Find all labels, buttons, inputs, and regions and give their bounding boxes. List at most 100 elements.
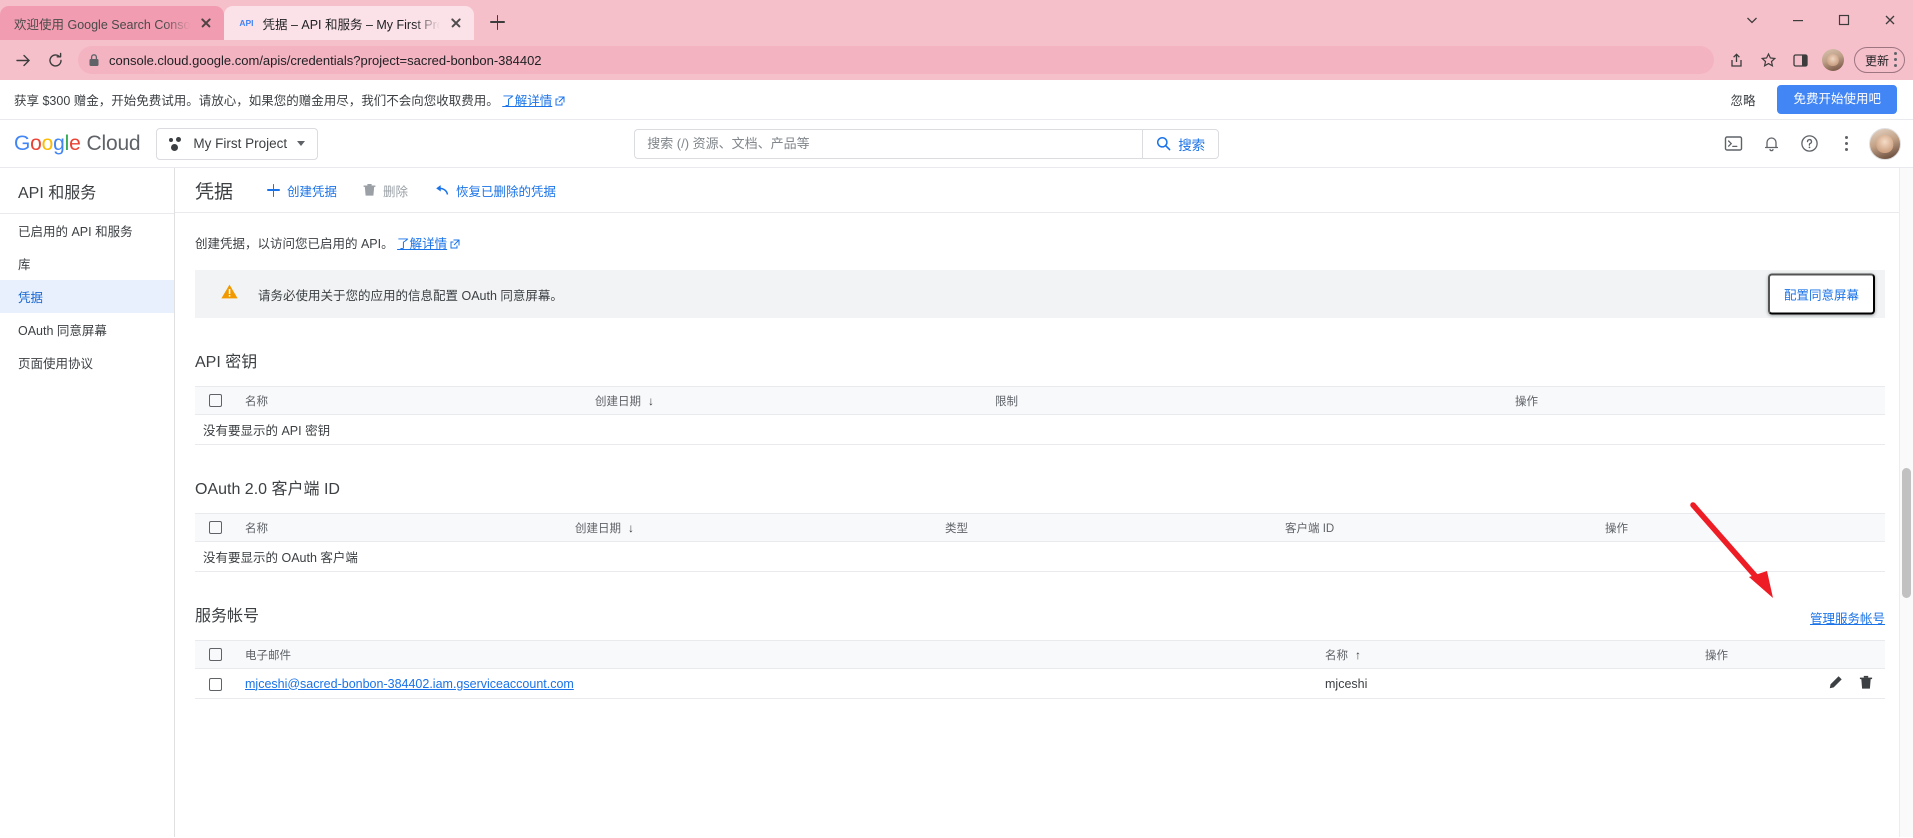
sort-desc-icon: ↓ <box>648 393 654 408</box>
table-header-row: 电子邮件 名称 ↑ 操作 <box>195 640 1885 669</box>
update-button[interactable]: 更新 <box>1853 47 1905 73</box>
chevron-down-icon[interactable] <box>1729 4 1775 36</box>
chrome-menu-icon[interactable] <box>1894 51 1898 69</box>
configure-consent-screen-button[interactable]: 配置同意屏幕 <box>1767 273 1875 315</box>
column-actions: 操作 <box>1507 386 1885 415</box>
bookmark-star-icon[interactable] <box>1754 45 1784 75</box>
create-credentials-button[interactable]: 创建凭据 <box>267 181 337 200</box>
sidebar-item-oauth-consent[interactable]: OAuth 同意屏幕 <box>0 313 174 346</box>
sidebar-item-label: 已启用的 API 和服务 <box>18 225 133 239</box>
row-checkbox[interactable] <box>209 677 222 691</box>
column-actions: 操作 <box>1597 513 1885 542</box>
profile-avatar[interactable] <box>1818 45 1848 75</box>
column-created-date[interactable]: 创建日期 ↓ <box>567 513 937 542</box>
global-search: 搜索 <box>634 128 1220 159</box>
search-input-wrapper[interactable] <box>634 128 1143 159</box>
edit-icon[interactable] <box>1828 675 1843 693</box>
table-header-row: 名称 创建日期 ↓ 类型 客户端 ID 操作 <box>195 513 1885 542</box>
delete-icon[interactable] <box>1859 675 1873 693</box>
promo-dismiss-button[interactable]: 忽略 <box>1722 86 1763 113</box>
select-all-checkbox[interactable] <box>209 521 222 534</box>
column-created-date[interactable]: 创建日期 ↓ <box>587 386 987 415</box>
tab-title: 欢迎使用 Google Search Conso <box>14 17 191 32</box>
toolbar-right: 更新 <box>1722 45 1905 75</box>
column-restrictions[interactable]: 限制 <box>987 386 1507 415</box>
sort-asc-icon: ↑ <box>1355 647 1361 662</box>
window-controls <box>1729 0 1913 40</box>
search-input[interactable] <box>647 136 1131 151</box>
sidebar-item-library[interactable]: 库 <box>0 247 174 280</box>
main-content: 凭据 创建凭据 删除 恢复已删除的凭据 创建凭据，以访问您已启用的 API。 了… <box>175 168 1913 837</box>
column-client-id[interactable]: 客户端 ID <box>1277 513 1597 542</box>
help-icon[interactable] <box>1793 128 1825 160</box>
close-icon[interactable] <box>448 15 464 31</box>
sidebar-item-label: 凭据 <box>18 291 44 305</box>
column-label: 创建日期 <box>595 395 641 408</box>
promo-learn-more-link[interactable]: 了解详情 <box>502 94 552 108</box>
promo-cta-button[interactable]: 免费开始使用吧 <box>1777 85 1897 114</box>
section-title: API 密钥 <box>195 354 258 371</box>
plus-icon <box>267 183 281 197</box>
delete-button[interactable]: 删除 <box>363 181 408 200</box>
cloud-shell-icon[interactable] <box>1717 128 1749 160</box>
promo-banner: 获享 $300 赠金，开始免费试用。请放心，如果您的赠金用尽，我们不会向您收取费… <box>0 80 1913 120</box>
column-label: 名称 <box>245 395 268 408</box>
close-icon[interactable] <box>198 15 214 31</box>
reload-icon[interactable] <box>40 45 70 75</box>
column-label: 电子邮件 <box>245 649 291 662</box>
oauth-clients-table: 名称 创建日期 ↓ 类型 客户端 ID 操作 没有要显示的 OAuth 客户端 <box>195 513 1885 572</box>
close-window-button[interactable] <box>1867 4 1913 36</box>
sidepanel-icon[interactable] <box>1786 45 1816 75</box>
restore-deleted-credentials-button[interactable]: 恢复已删除的凭据 <box>434 181 556 200</box>
oauth-consent-warning: 请务必使用关于您的应用的信息配置 OAuth 同意屏幕。 配置同意屏幕 <box>195 270 1885 318</box>
more-options-icon[interactable] <box>1831 128 1863 160</box>
project-selector[interactable]: My First Project <box>156 127 319 160</box>
back-icon[interactable] <box>8 45 38 75</box>
sidebar-item-enabled-apis[interactable]: 已启用的 API 和服务 <box>0 214 174 247</box>
select-all-checkbox[interactable] <box>209 648 222 661</box>
maximize-button[interactable] <box>1821 4 1867 36</box>
cloud-console-header: Google Cloud My First Project 搜索 <box>0 120 1913 168</box>
intro-learn-more-link[interactable]: 了解详情 <box>397 237 447 251</box>
google-cloud-logo[interactable]: Google Cloud <box>14 132 141 156</box>
empty-state-text: 没有要显示的 OAuth 客户端 <box>195 541 1885 572</box>
scrollbar-thumb[interactable] <box>1902 468 1911 598</box>
empty-row: 没有要显示的 OAuth 客户端 <box>195 541 1885 572</box>
service-account-name-cell: mjceshi <box>1317 668 1697 699</box>
sidebar-item-credentials[interactable]: 凭据 <box>0 280 174 313</box>
notifications-bell-icon[interactable] <box>1755 128 1787 160</box>
browser-toolbar: console.cloud.google.com/apis/credential… <box>0 40 1913 80</box>
address-bar[interactable]: console.cloud.google.com/apis/credential… <box>78 46 1714 74</box>
credentials-toolbar: 凭据 创建凭据 删除 恢复已删除的凭据 <box>175 168 1913 213</box>
manage-service-accounts-link[interactable]: 管理服务帐号 <box>1810 608 1885 627</box>
column-actions: 操作 <box>1697 640 1885 669</box>
column-email[interactable]: 电子邮件 <box>237 640 1317 669</box>
section-title: OAuth 2.0 客户端 ID <box>195 481 340 498</box>
column-label: 名称 <box>245 522 268 535</box>
column-label: 操作 <box>1605 522 1628 535</box>
credentials-content: 创建凭据，以访问您已启用的 API。 了解详情 请务必使用关于您的应用的信息配置… <box>175 213 1913 837</box>
project-icon <box>169 136 183 151</box>
browser-tab-2[interactable]: API 凭据 – API 和服务 – My First Pro <box>224 6 475 40</box>
new-tab-button[interactable] <box>480 5 514 39</box>
column-type[interactable]: 类型 <box>937 513 1277 542</box>
minimize-button[interactable] <box>1775 4 1821 36</box>
search-button[interactable]: 搜索 <box>1142 128 1220 159</box>
section-service-accounts: 服务帐号 管理服务帐号 电子邮件 名称 ↑ 操作 mjceshi@sacred-… <box>195 602 1885 699</box>
select-all-checkbox[interactable] <box>209 394 222 407</box>
column-name[interactable]: 名称 <box>237 513 567 542</box>
sidebar: API 和服务 已启用的 API 和服务 库 凭据 OAuth 同意屏幕 页面使… <box>0 168 175 837</box>
service-account-email-link[interactable]: mjceshi@sacred-bonbon-384402.iam.gservic… <box>245 677 574 691</box>
account-avatar[interactable] <box>1869 127 1901 160</box>
intro-text: 创建凭据，以访问您已启用的 API。 <box>195 237 394 251</box>
column-name[interactable]: 名称 <box>237 386 587 415</box>
table-row: mjceshi@sacred-bonbon-384402.iam.gservic… <box>195 668 1885 699</box>
column-name[interactable]: 名称 ↑ <box>1317 640 1697 669</box>
share-icon[interactable] <box>1722 45 1752 75</box>
tab-strip: 欢迎使用 Google Search Conso API 凭据 – API 和服… <box>0 0 1913 40</box>
promo-message: 获享 $300 赠金，开始免费试用。请放心，如果您的赠金用尽，我们不会向您收取费… <box>14 94 499 108</box>
browser-tab-1[interactable]: 欢迎使用 Google Search Conso <box>0 6 225 40</box>
page-scrollbar[interactable] <box>1899 168 1913 837</box>
sidebar-item-page-usage-agreement[interactable]: 页面使用协议 <box>0 346 174 379</box>
browser-window: 欢迎使用 Google Search Conso API 凭据 – API 和服… <box>0 0 1913 838</box>
